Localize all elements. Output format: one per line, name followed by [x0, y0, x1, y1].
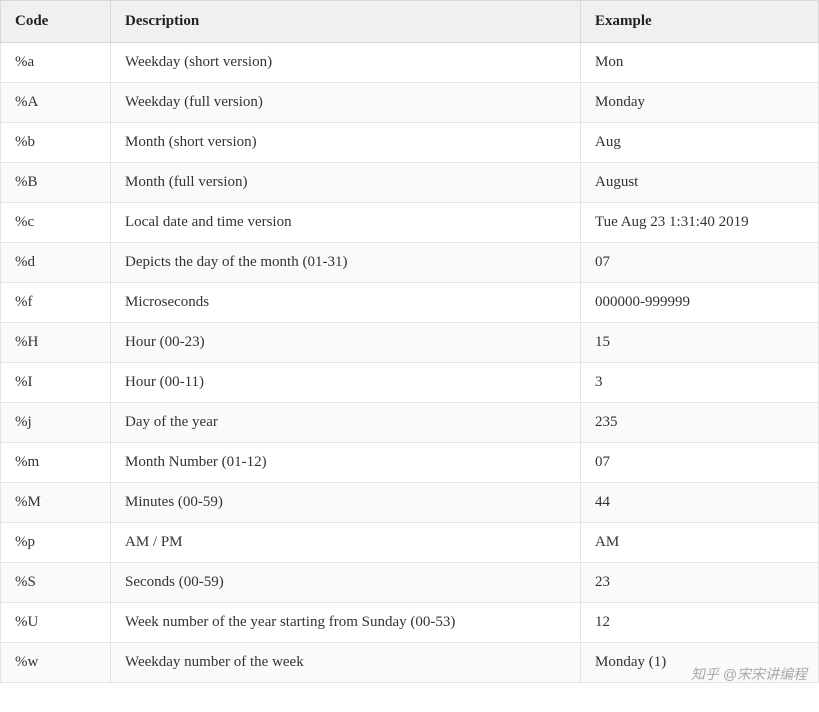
cell-code: %H — [1, 323, 111, 363]
cell-example: Tue Aug 23 1:31:40 2019 — [581, 203, 819, 243]
table-row: %jDay of the year235 — [1, 403, 819, 443]
cell-description: Weekday (full version) — [111, 83, 581, 123]
table-row: %UWeek number of the year starting from … — [1, 603, 819, 643]
cell-code: %M — [1, 483, 111, 523]
cell-example: 12 — [581, 603, 819, 643]
header-code: Code — [1, 1, 111, 43]
table-row: %mMonth Number (01-12)07 — [1, 443, 819, 483]
table-row: %aWeekday (short version)Mon — [1, 43, 819, 83]
cell-example: Monday — [581, 83, 819, 123]
cell-description: Week number of the year starting from Su… — [111, 603, 581, 643]
table-header-row: Code Description Example — [1, 1, 819, 43]
table-row: %bMonth (short version)Aug — [1, 123, 819, 163]
cell-example: 235 — [581, 403, 819, 443]
cell-example: Monday (1) — [581, 643, 819, 683]
format-codes-table: Code Description Example %aWeekday (shor… — [0, 0, 819, 683]
cell-description: Hour (00-23) — [111, 323, 581, 363]
cell-description: Local date and time version — [111, 203, 581, 243]
cell-description: Month (full version) — [111, 163, 581, 203]
table-row: %cLocal date and time versionTue Aug 23 … — [1, 203, 819, 243]
cell-example: 000000-999999 — [581, 283, 819, 323]
cell-code: %b — [1, 123, 111, 163]
cell-code: %I — [1, 363, 111, 403]
cell-description: Depicts the day of the month (01-31) — [111, 243, 581, 283]
cell-code: %U — [1, 603, 111, 643]
cell-description: Microseconds — [111, 283, 581, 323]
cell-example: 44 — [581, 483, 819, 523]
table-row: %BMonth (full version)August — [1, 163, 819, 203]
cell-example: Aug — [581, 123, 819, 163]
cell-description: Weekday number of the week — [111, 643, 581, 683]
cell-description: Day of the year — [111, 403, 581, 443]
cell-code: %j — [1, 403, 111, 443]
table-row: %fMicroseconds000000-999999 — [1, 283, 819, 323]
cell-description: Minutes (00-59) — [111, 483, 581, 523]
cell-code: %w — [1, 643, 111, 683]
cell-example: 23 — [581, 563, 819, 603]
table-row: %AWeekday (full version)Monday — [1, 83, 819, 123]
cell-code: %a — [1, 43, 111, 83]
cell-example: August — [581, 163, 819, 203]
table-row: %MMinutes (00-59)44 — [1, 483, 819, 523]
cell-example: 15 — [581, 323, 819, 363]
table-row: %dDepicts the day of the month (01-31)07 — [1, 243, 819, 283]
cell-description: Month Number (01-12) — [111, 443, 581, 483]
cell-code: %d — [1, 243, 111, 283]
cell-code: %p — [1, 523, 111, 563]
cell-description: Month (short version) — [111, 123, 581, 163]
cell-example: Mon — [581, 43, 819, 83]
header-example: Example — [581, 1, 819, 43]
cell-code: %S — [1, 563, 111, 603]
table-row: %HHour (00-23)15 — [1, 323, 819, 363]
cell-example: 07 — [581, 243, 819, 283]
header-description: Description — [111, 1, 581, 43]
cell-description: Seconds (00-59) — [111, 563, 581, 603]
cell-code: %B — [1, 163, 111, 203]
cell-code: %f — [1, 283, 111, 323]
cell-code: %A — [1, 83, 111, 123]
table-row: %pAM / PMAM — [1, 523, 819, 563]
table-row: %wWeekday number of the weekMonday (1) — [1, 643, 819, 683]
cell-example: 07 — [581, 443, 819, 483]
cell-example: 3 — [581, 363, 819, 403]
cell-example: AM — [581, 523, 819, 563]
cell-description: AM / PM — [111, 523, 581, 563]
table-row: %SSeconds (00-59)23 — [1, 563, 819, 603]
cell-code: %c — [1, 203, 111, 243]
cell-description: Weekday (short version) — [111, 43, 581, 83]
table-body: %aWeekday (short version)Mon%AWeekday (f… — [1, 43, 819, 683]
table-row: %IHour (00-11)3 — [1, 363, 819, 403]
cell-code: %m — [1, 443, 111, 483]
cell-description: Hour (00-11) — [111, 363, 581, 403]
